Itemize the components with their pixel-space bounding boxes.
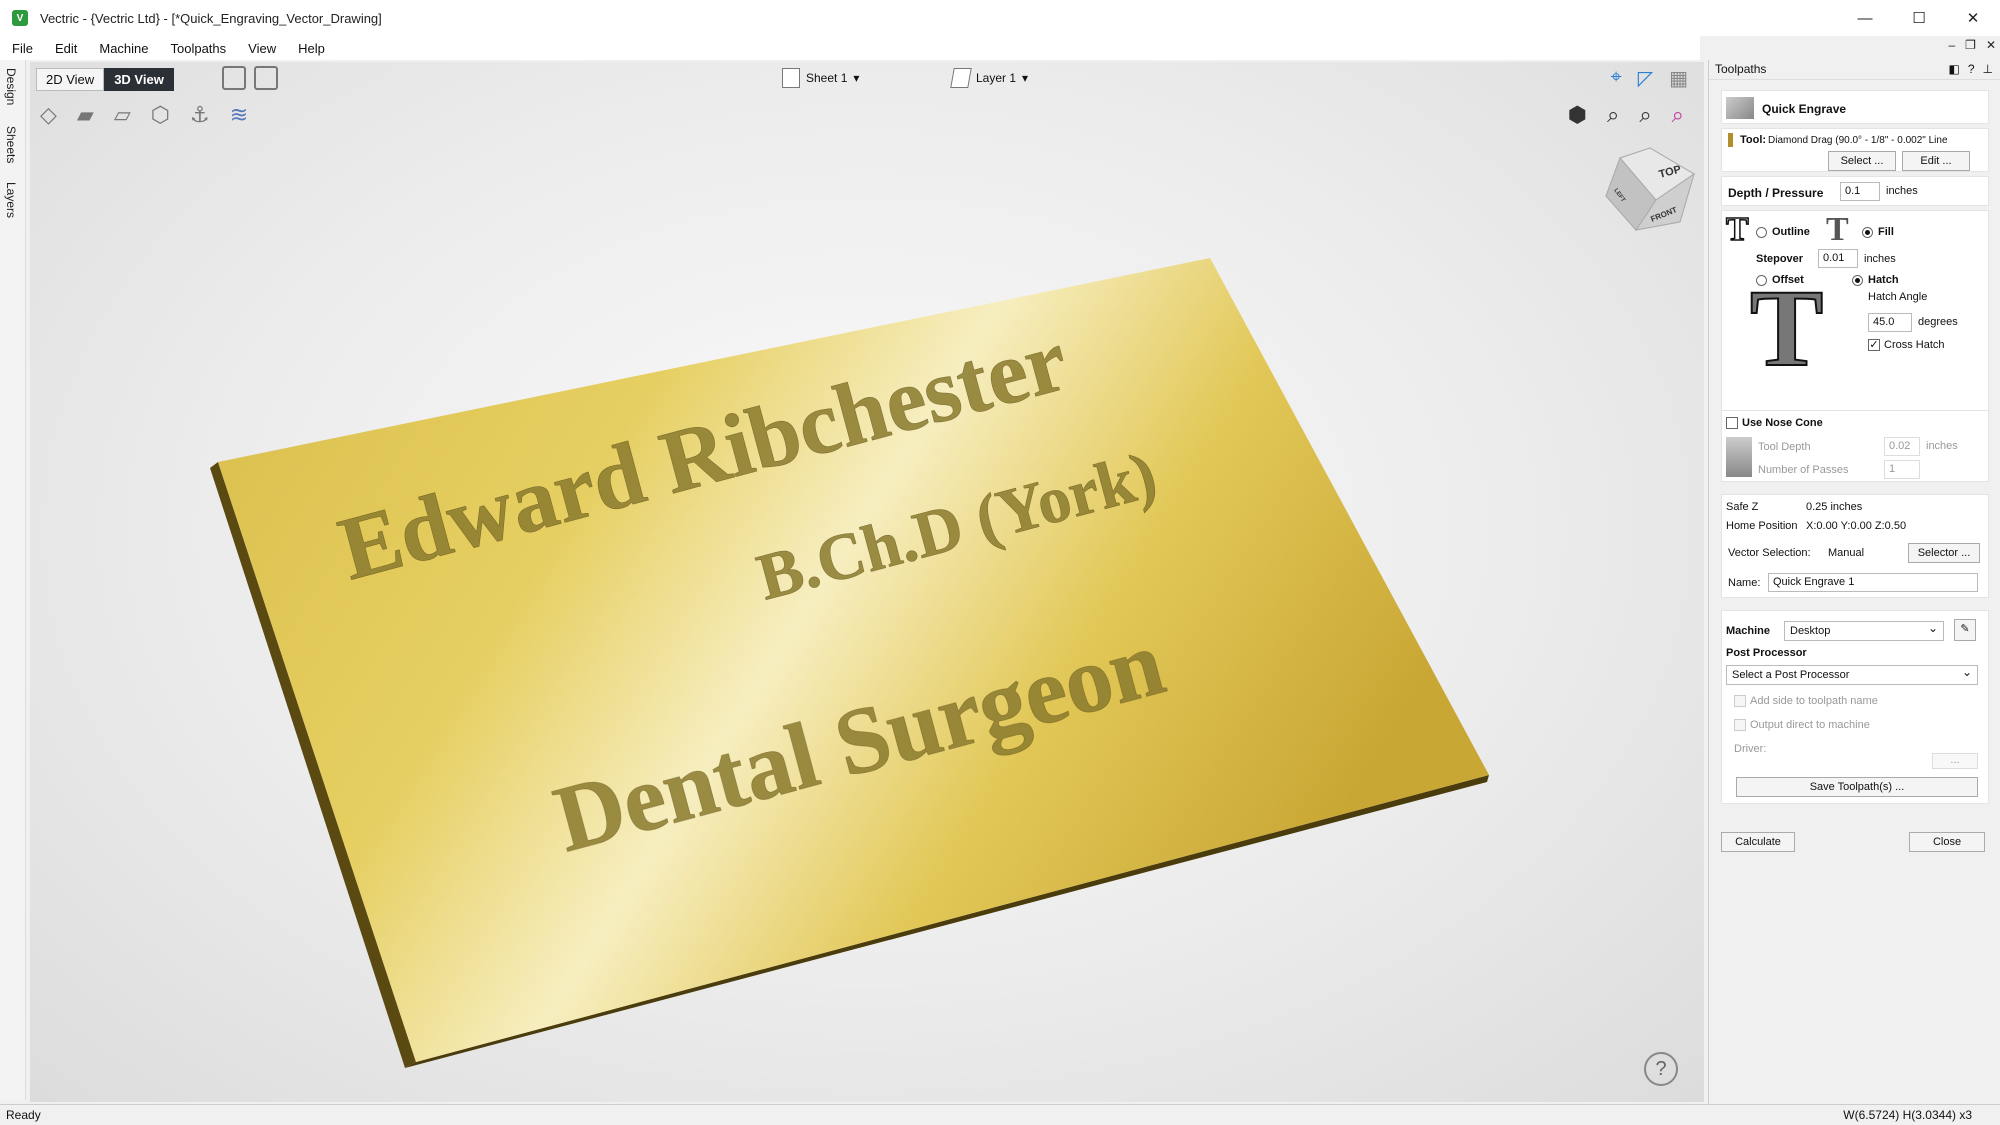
machine-label: Machine <box>1726 625 1771 637</box>
depth-label: Depth / Pressure <box>1728 186 1824 200</box>
name-label: Name: <box>1728 577 1761 589</box>
output-direct-checkbox[interactable] <box>1734 719 1746 731</box>
hatch-angle-input[interactable]: 45.0 <box>1868 313 1912 332</box>
add-side-checkbox[interactable] <box>1734 695 1746 707</box>
side-tabs: Design Sheets Layers <box>0 60 26 1100</box>
status-dimensions: W(6.5724) H(3.0344) x3 <box>1843 1108 1972 1122</box>
home-position-value: X:0.00 Y:0.00 Z:0.50 <box>1806 520 1907 532</box>
vector-selection-label: Vector Selection: <box>1728 547 1811 559</box>
doc-close-button[interactable]: ✕ <box>1986 38 1996 52</box>
window-title: Vectric - {Vectric Ltd} - [*Quick_Engrav… <box>40 10 382 26</box>
post-processor-label: Post Processor <box>1726 647 1807 659</box>
cross-hatch-label: Cross Hatch <box>1884 339 1945 351</box>
menu-file[interactable]: File <box>12 41 33 56</box>
passes-input[interactable]: 1 <box>1884 460 1920 479</box>
minimize-button[interactable]: — <box>1838 0 1892 36</box>
doc-restore-button[interactable]: ❐ <box>1965 38 1976 52</box>
stepover-input[interactable]: 0.01 <box>1818 249 1858 268</box>
hatch-angle-label: Hatch Angle <box>1868 291 1928 303</box>
tab-design[interactable]: Design <box>4 68 18 105</box>
add-side-label: Add side to toolpath name <box>1750 695 1878 707</box>
tool-depth-input[interactable]: 0.02 <box>1884 437 1920 456</box>
post-processor-dropdown[interactable]: Select a Post Processor <box>1726 665 1978 685</box>
panel-title: Toolpaths <box>1715 62 1767 76</box>
hatch-preview-t-icon: T <box>1749 267 1824 389</box>
fill-radio[interactable] <box>1862 227 1873 238</box>
toolpaths-panel: Toolpaths ◧ ? ⊥ Quick Engrave Tool: Diam… <box>1708 60 2000 1104</box>
brass-plaque: Edward Ribchester B.Ch.D (York) Dental S… <box>210 258 1489 1068</box>
driver-label: Driver: <box>1734 743 1767 755</box>
passes-label: Number of Passes <box>1758 464 1849 476</box>
panel-header: Toolpaths ◧ ? ⊥ <box>1709 60 2000 80</box>
depth-unit: inches <box>1886 185 1918 197</box>
hatch-angle-unit: degrees <box>1918 316 1958 328</box>
menu-machine[interactable]: Machine <box>99 41 148 56</box>
hatch-label: Hatch <box>1868 274 1899 286</box>
title-bar: V Vectric - {Vectric Ltd} - [*Quick_Engr… <box>0 0 2000 36</box>
driver-browse-button[interactable]: ... <box>1932 753 1978 769</box>
depth-input[interactable]: 0.1 <box>1840 182 1880 201</box>
toolpath-title: Quick Engrave <box>1762 102 1847 116</box>
tool-bit-icon <box>1728 133 1733 147</box>
status-text: Ready <box>6 1108 41 1122</box>
panel-dock-icon[interactable]: ◧ <box>1949 62 1960 76</box>
cross-hatch-checkbox[interactable]: ✓ <box>1868 339 1880 351</box>
menu-edit[interactable]: Edit <box>55 41 77 56</box>
home-position-label: Home Position <box>1726 520 1798 532</box>
hatch-radio[interactable] <box>1852 275 1863 286</box>
help-button[interactable]: ? <box>1644 1052 1678 1086</box>
tab-sheets[interactable]: Sheets <box>4 126 18 163</box>
machine-dropdown[interactable]: Desktop <box>1784 621 1944 641</box>
nose-cone-label: Use Nose Cone <box>1742 417 1823 429</box>
save-toolpaths-button[interactable]: Save Toolpath(s) ... <box>1736 777 1978 797</box>
nose-cone-section: Use Nose Cone Tool Depth 0.02 inches Num… <box>1721 410 1989 482</box>
fill-label: Fill <box>1878 226 1894 238</box>
tool-section: Tool: Diamond Drag (90.0° - 1/8" - 0.002… <box>1721 128 1989 172</box>
toolpath-name-input[interactable]: Quick Engrave 1 <box>1768 573 1978 592</box>
tool-label: Tool: <box>1740 134 1767 146</box>
menu-help[interactable]: Help <box>298 41 325 56</box>
panel-pin-icon[interactable]: ⊥ <box>1983 62 1993 76</box>
tool-edit-button[interactable]: Edit ... <box>1902 151 1970 171</box>
output-section: Machine Desktop ✎ Post Processor Select … <box>1721 610 1989 804</box>
outline-t-icon: T <box>1725 210 1749 249</box>
nose-cone-checkbox[interactable] <box>1726 417 1738 429</box>
navigation-cube[interactable]: TOP FRONT LEFT <box>1600 144 1700 244</box>
tool-select-button[interactable]: Select ... <box>1828 151 1896 171</box>
machine-edit-icon[interactable]: ✎ <box>1954 619 1976 641</box>
tool-value: Diamond Drag (90.0° - 1/8" - 0.002" Line <box>1768 135 1948 146</box>
menu-toolpaths[interactable]: Toolpaths <box>171 41 227 56</box>
outline-label: Outline <box>1772 226 1810 238</box>
quick-engrave-icon <box>1726 97 1754 119</box>
output-direct-label: Output direct to machine <box>1750 719 1870 731</box>
vector-selection-value: Manual <box>1828 547 1865 559</box>
settings-section: Safe Z 0.25 inches Home Position X:0.00 … <box>1721 494 1989 598</box>
vector-selector-button[interactable]: Selector ... <box>1908 543 1980 563</box>
tool-depth-unit: inches <box>1926 440 1958 452</box>
tab-layers[interactable]: Layers <box>4 182 18 218</box>
nose-cone-icon <box>1726 437 1752 477</box>
panel-help-icon[interactable]: ? <box>1968 62 1975 76</box>
safe-z-value: 0.25 inches <box>1806 501 1863 513</box>
stepover-unit: inches <box>1864 253 1896 265</box>
close-window-button[interactable]: ✕ <box>1946 0 2000 36</box>
fill-t-icon: T <box>1826 211 1849 248</box>
status-bar: Ready W(6.5724) H(3.0344) x3 <box>0 1104 2000 1125</box>
tool-depth-label: Tool Depth <box>1758 441 1811 453</box>
toolpath-title-section: Quick Engrave <box>1721 90 1989 124</box>
safe-z-label: Safe Z <box>1726 501 1759 513</box>
menu-bar: File Edit Machine Toolpaths View Help <box>0 36 1700 60</box>
3d-viewport[interactable]: 2D View 3D View Sheet 1 ▾ Layer 1 ▾ ⌖ ◸ ▦ … <box>30 62 1704 1102</box>
app-logo-icon: V <box>12 10 28 26</box>
close-panel-button[interactable]: Close <box>1909 832 1985 852</box>
outline-radio[interactable] <box>1756 227 1767 238</box>
calculate-button[interactable]: Calculate <box>1721 832 1795 852</box>
doc-minimize-button[interactable]: – <box>1948 38 1955 52</box>
stepover-label: Stepover <box>1756 253 1804 265</box>
maximize-button[interactable]: ☐ <box>1892 0 1946 36</box>
document-window-controls: – ❐ ✕ <box>1948 38 1996 52</box>
depth-section: Depth / Pressure 0.1 inches <box>1721 176 1989 206</box>
menu-view[interactable]: View <box>248 41 276 56</box>
